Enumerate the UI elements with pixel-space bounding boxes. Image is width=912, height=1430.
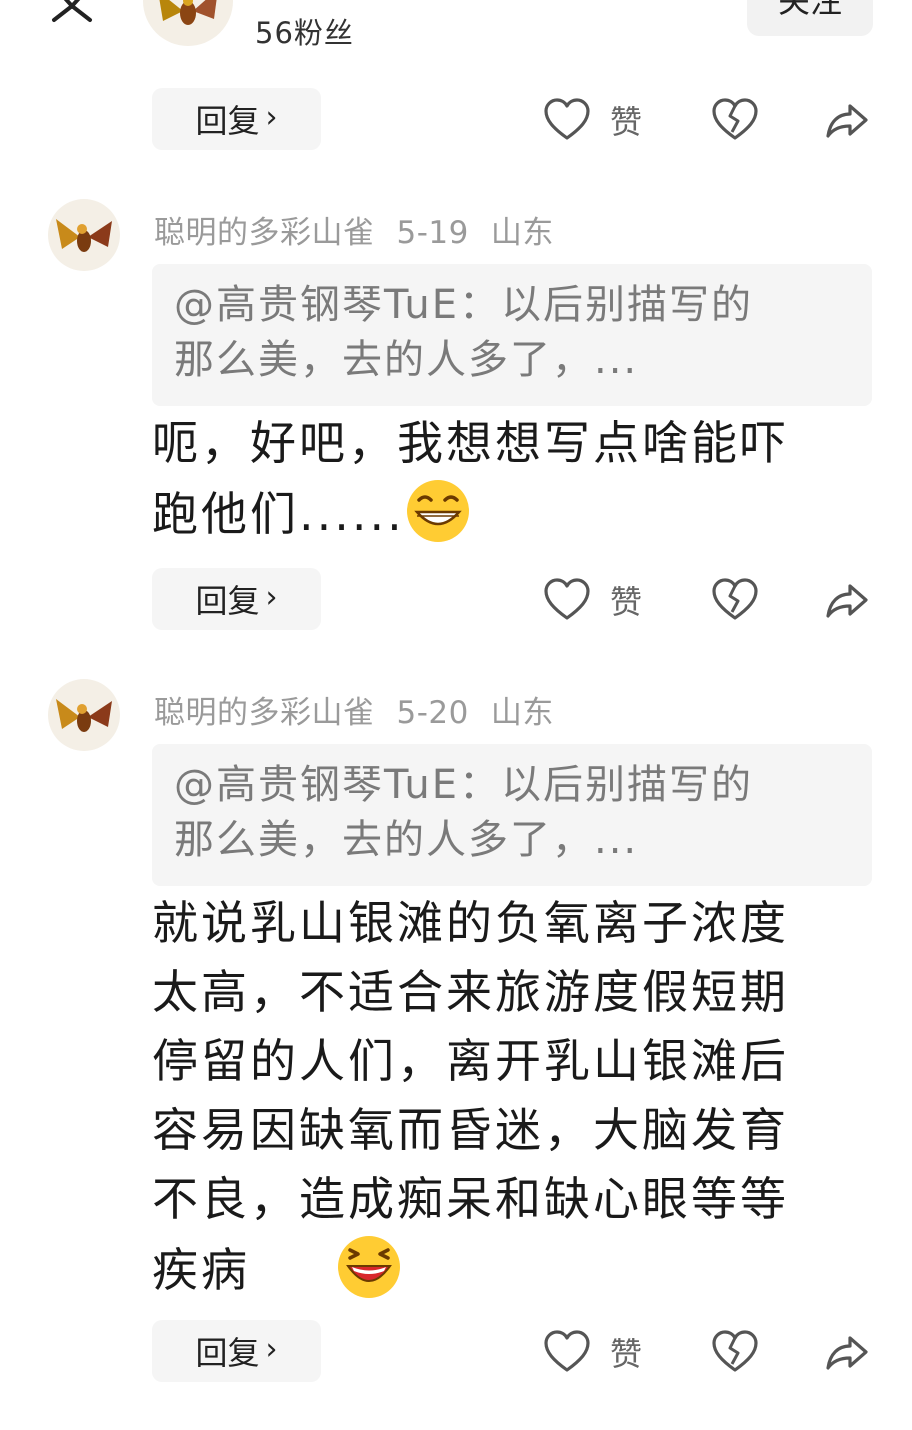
comment-line-with-emoji: 疾病 (152, 1234, 862, 1305)
avatar[interactable] (48, 199, 120, 271)
heart-icon[interactable] (543, 1328, 591, 1376)
comment-location: 山东 (490, 695, 554, 731)
like-label[interactable]: 赞 (610, 1329, 642, 1375)
avatar[interactable] (48, 679, 120, 751)
quote-line: @高贵钢琴TuE：以后别描写的 (174, 762, 753, 808)
comment-line-with-emoji: 跑他们...... (152, 478, 862, 549)
comment-text: 呃，好吧，我想想写点啥能吓 跑他们...... (152, 409, 862, 549)
laughing-emoji (338, 1236, 400, 1298)
reply-label: 回复 (195, 102, 260, 140)
comment-meta: 聪明的多彩山雀 5-19 山东 (154, 207, 576, 252)
reply-button[interactable]: 回复 › (152, 1320, 321, 1382)
grinning-teeth-emoji (406, 480, 469, 542)
comment-line: 呃，好吧，我想想写点啥能吓 (152, 416, 789, 470)
heart-icon[interactable] (543, 96, 591, 144)
heart-icon[interactable] (543, 576, 591, 624)
follow-button[interactable]: 关注 (747, 0, 873, 36)
comment-meta: 聪明的多彩山雀 5-20 山东 (154, 687, 576, 732)
like-label[interactable]: 赞 (610, 97, 642, 143)
like-label[interactable]: 赞 (610, 577, 642, 623)
comment-line: 不良，造成痴呆和缺心眼等等 (152, 1172, 789, 1226)
dislike-broken-heart-icon[interactable] (711, 96, 759, 144)
fans-count: 56粉丝 (255, 16, 354, 50)
reply-label: 回复 (195, 1334, 260, 1372)
comment-line: 就说乳山银滩的负氧离子浓度 (152, 896, 789, 950)
reply-button[interactable]: 回复 › (152, 568, 321, 630)
chevron-right-icon: › (265, 1332, 278, 1367)
quote-line: 那么美，去的人多了，... (174, 817, 639, 863)
reply-button[interactable]: 回复 › (152, 88, 321, 150)
dislike-broken-heart-icon[interactable] (711, 576, 759, 624)
quoted-reply[interactable]: @高贵钢琴TuE：以后别描写的 那么美，去的人多了，... (152, 264, 872, 406)
comment-line: 太高，不适合来旅游度假短期 (152, 965, 789, 1019)
dislike-broken-heart-icon[interactable] (711, 1328, 759, 1376)
close-icon[interactable] (48, 0, 96, 24)
chevron-right-icon: › (265, 580, 278, 615)
username[interactable]: 聪明的多彩山雀 (154, 695, 375, 731)
author-avatar[interactable] (143, 0, 233, 46)
comment-location: 山东 (490, 215, 554, 251)
share-icon[interactable] (822, 1328, 870, 1376)
quote-line: @高贵钢琴TuE：以后别描写的 (174, 282, 753, 328)
comment-line: 容易因缺氧而昏迷，大脑发育 (152, 1103, 789, 1157)
comment-text: 就说乳山银滩的负氧离子浓度 太高，不适合来旅游度假短期 停留的人们，离开乳山银滩… (152, 889, 862, 1305)
comment-date: 5-19 (396, 215, 469, 251)
username[interactable]: 聪明的多彩山雀 (154, 215, 375, 251)
quote-line: 那么美，去的人多了，... (174, 337, 639, 383)
share-icon[interactable] (822, 96, 870, 144)
reply-label: 回复 (195, 582, 260, 620)
quoted-reply[interactable]: @高贵钢琴TuE：以后别描写的 那么美，去的人多了，... (152, 744, 872, 886)
comment-date: 5-20 (396, 695, 469, 731)
share-icon[interactable] (822, 576, 870, 624)
comment-line: 停留的人们，离开乳山银滩后 (152, 1034, 789, 1088)
chevron-right-icon: › (265, 100, 278, 135)
